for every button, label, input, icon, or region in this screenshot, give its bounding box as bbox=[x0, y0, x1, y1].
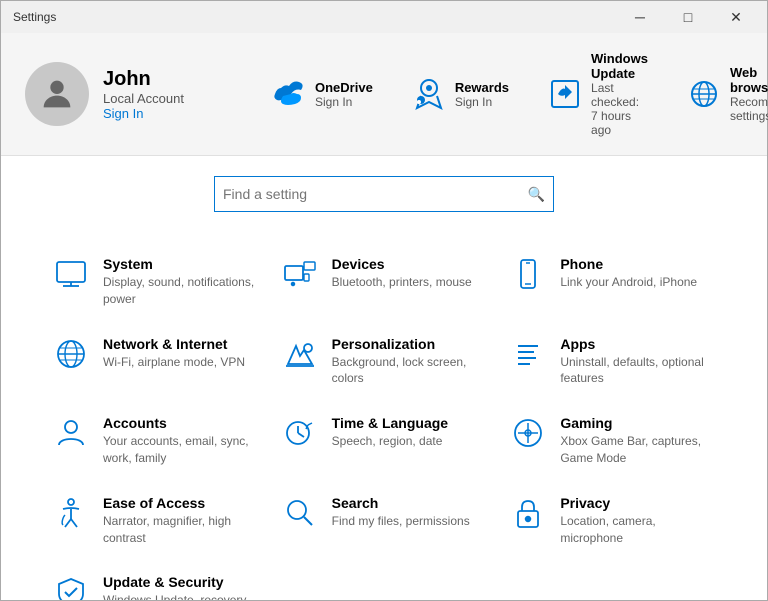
gaming-text: Gaming Xbox Game Bar, captures, Game Mod… bbox=[560, 415, 715, 467]
phone-text: Phone Link your Android, iPhone bbox=[560, 256, 697, 291]
sign-in-link[interactable]: Sign In bbox=[103, 106, 184, 121]
accounts-setting[interactable]: Accounts Your accounts, email, sync, wor… bbox=[41, 401, 270, 481]
minimize-button[interactable]: ─ bbox=[617, 1, 663, 33]
web-browsing-text: Web browsing Recommended settings bbox=[730, 65, 768, 123]
network-text: Network & Internet Wi-Fi, airplane mode,… bbox=[103, 336, 245, 371]
rewards-icon bbox=[413, 78, 445, 110]
web-browsing-icon bbox=[688, 78, 720, 110]
time-text: Time & Language Speech, region, date bbox=[332, 415, 448, 450]
onedrive-link[interactable]: OneDrive Sign In bbox=[265, 47, 381, 141]
devices-icon bbox=[282, 256, 318, 292]
update-security-icon bbox=[53, 574, 89, 600]
header: John Local Account Sign In OneDrive Sign… bbox=[1, 33, 767, 156]
windows-update-link[interactable]: Windows Update Last checked: 7 hours ago bbox=[541, 47, 656, 141]
network-icon bbox=[53, 336, 89, 372]
title-bar: Settings ─ □ ✕ bbox=[1, 1, 767, 33]
rewards-link[interactable]: Rewards Sign In bbox=[405, 47, 517, 141]
search-icon: 🔍 bbox=[528, 186, 545, 203]
gaming-setting[interactable]: Gaming Xbox Game Bar, captures, Game Mod… bbox=[498, 401, 727, 481]
search-setting-icon bbox=[282, 495, 318, 531]
privacy-setting[interactable]: Privacy Location, camera, microphone bbox=[498, 481, 727, 561]
user-account: Local Account bbox=[103, 91, 184, 106]
system-text: System Display, sound, notifications, po… bbox=[103, 256, 258, 308]
update-security-setting[interactable]: Update & Security Windows Update, recove… bbox=[41, 560, 270, 600]
settings-row-3: Accounts Your accounts, email, sync, wor… bbox=[41, 401, 727, 481]
settings-window: Settings ─ □ ✕ John Local Account Sign I… bbox=[0, 0, 768, 601]
settings-row-1: System Display, sound, notifications, po… bbox=[41, 242, 727, 322]
personalization-setting[interactable]: Personalization Background, lock screen,… bbox=[270, 322, 499, 402]
apps-text: Apps Uninstall, defaults, optional featu… bbox=[560, 336, 715, 388]
windows-update-text: Windows Update Last checked: 7 hours ago bbox=[591, 51, 648, 137]
ease-text: Ease of Access Narrator, magnifier, high… bbox=[103, 495, 258, 547]
search-area: 🔍 bbox=[1, 156, 767, 232]
privacy-icon bbox=[510, 495, 546, 531]
gaming-icon bbox=[510, 415, 546, 451]
settings-row-4: Ease of Access Narrator, magnifier, high… bbox=[41, 481, 727, 561]
apps-icon bbox=[510, 336, 546, 372]
time-setting[interactable]: Time & Language Speech, region, date bbox=[270, 401, 499, 481]
header-links: OneDrive Sign In Rewards bbox=[265, 47, 768, 141]
settings-row-5: Update & Security Windows Update, recove… bbox=[41, 560, 727, 600]
devices-text: Devices Bluetooth, printers, mouse bbox=[332, 256, 472, 291]
ease-icon bbox=[53, 495, 89, 531]
settings-row-2: Network & Internet Wi-Fi, airplane mode,… bbox=[41, 322, 727, 402]
update-security-text: Update & Security Windows Update, recove… bbox=[103, 574, 258, 600]
onedrive-icon bbox=[273, 78, 305, 110]
accounts-text: Accounts Your accounts, email, sync, wor… bbox=[103, 415, 258, 467]
maximize-button[interactable]: □ bbox=[665, 1, 711, 33]
apps-setting[interactable]: Apps Uninstall, defaults, optional featu… bbox=[498, 322, 727, 402]
accounts-icon bbox=[53, 415, 89, 451]
user-info: John Local Account Sign In bbox=[103, 68, 184, 121]
network-setting[interactable]: Network & Internet Wi-Fi, airplane mode,… bbox=[41, 322, 270, 402]
ease-setting[interactable]: Ease of Access Narrator, magnifier, high… bbox=[41, 481, 270, 561]
time-icon bbox=[282, 415, 318, 451]
personalization-icon bbox=[282, 336, 318, 372]
close-button[interactable]: ✕ bbox=[713, 1, 759, 33]
web-browsing-link[interactable]: Web browsing Recommended settings bbox=[680, 47, 768, 141]
user-name: John bbox=[103, 68, 184, 91]
window-title: Settings bbox=[13, 10, 56, 24]
window-controls: ─ □ ✕ bbox=[617, 1, 759, 33]
search-input[interactable] bbox=[223, 186, 528, 202]
search-setting-text: Search Find my files, permissions bbox=[332, 495, 470, 530]
rewards-text: Rewards Sign In bbox=[455, 80, 509, 109]
phone-setting[interactable]: Phone Link your Android, iPhone bbox=[498, 242, 727, 322]
avatar bbox=[25, 62, 89, 126]
windows-update-icon bbox=[549, 78, 581, 110]
personalization-text: Personalization Background, lock screen,… bbox=[332, 336, 487, 388]
privacy-text: Privacy Location, camera, microphone bbox=[560, 495, 715, 547]
system-setting[interactable]: System Display, sound, notifications, po… bbox=[41, 242, 270, 322]
system-icon bbox=[53, 256, 89, 292]
phone-icon bbox=[510, 256, 546, 292]
search-box: 🔍 bbox=[214, 176, 554, 212]
user-section: John Local Account Sign In bbox=[25, 62, 245, 126]
devices-setting[interactable]: Devices Bluetooth, printers, mouse bbox=[270, 242, 499, 322]
user-icon bbox=[37, 74, 77, 114]
onedrive-text: OneDrive Sign In bbox=[315, 80, 373, 109]
settings-grid: System Display, sound, notifications, po… bbox=[1, 232, 767, 600]
search-setting[interactable]: Search Find my files, permissions bbox=[270, 481, 499, 561]
